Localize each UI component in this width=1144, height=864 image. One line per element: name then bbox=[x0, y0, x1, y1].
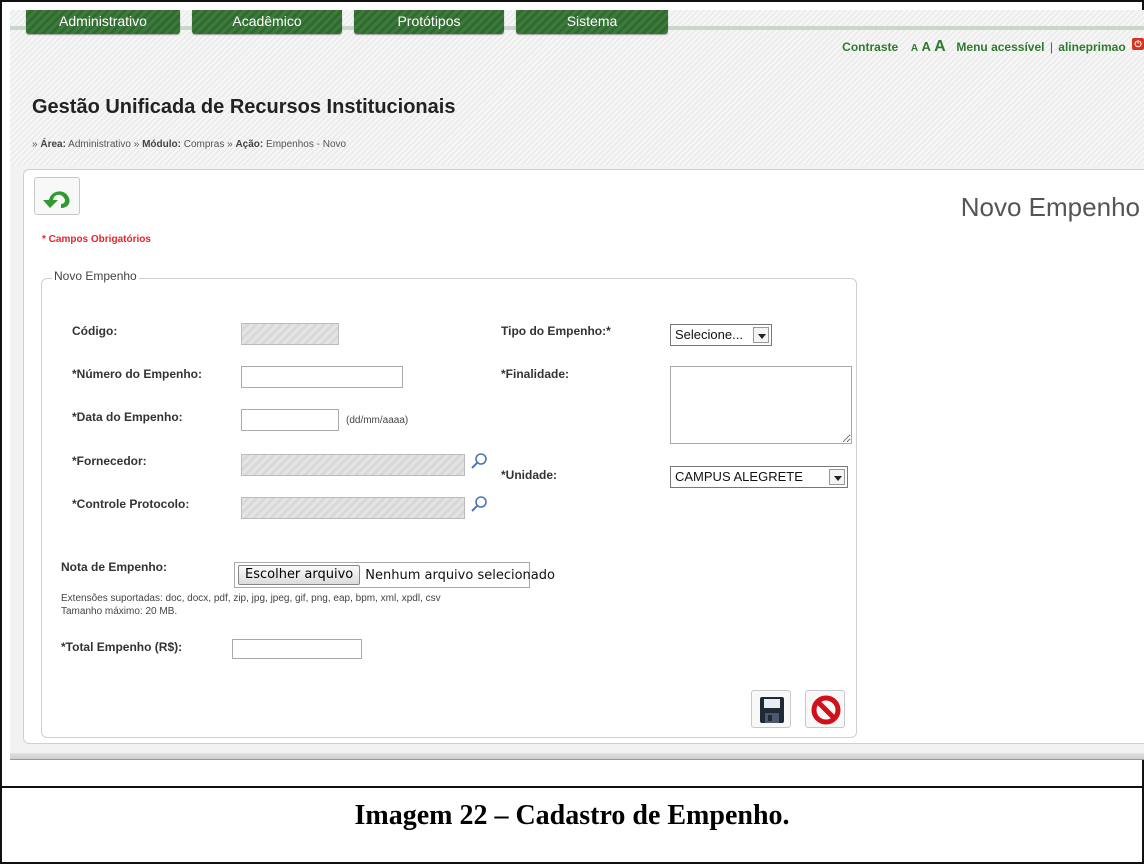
contrast-link[interactable]: Contraste bbox=[842, 40, 898, 54]
choose-file-button[interactable]: Escolher arquivo bbox=[238, 565, 361, 585]
font-medium-link[interactable]: A bbox=[921, 39, 930, 54]
app-title: Gestão Unificada de Recursos Institucion… bbox=[32, 96, 456, 118]
data-empenho-input[interactable] bbox=[241, 409, 339, 431]
main-nav: Administrativo Acadêmico Protótipos Sist… bbox=[26, 10, 668, 34]
unidade-value: CAMPUS ALEGRETE bbox=[675, 469, 803, 484]
search-icon[interactable] bbox=[470, 495, 488, 513]
max-file-size: Tamanho máximo: 20 MB. bbox=[61, 606, 178, 617]
breadcrumb-action: Empenhos - Novo bbox=[266, 139, 347, 150]
top-links: Contraste A A A Menu acessível | alinepr… bbox=[842, 38, 1144, 56]
caption-divider bbox=[0, 786, 1144, 788]
main-panel: Novo Empenho * Campos Obrigatórios Novo … bbox=[23, 169, 1144, 744]
controle-protocolo-label: *Controle Protocolo: bbox=[72, 497, 190, 511]
back-arrow-icon bbox=[43, 191, 70, 208]
chevron-down-icon bbox=[753, 327, 769, 343]
breadcrumb-module: Compras bbox=[183, 139, 225, 150]
search-icon[interactable] bbox=[470, 452, 488, 470]
breadcrumb-sep: » bbox=[227, 139, 233, 150]
breadcrumb-action-label: Ação: bbox=[235, 139, 264, 150]
breadcrumb-area: Administrativo bbox=[68, 139, 131, 150]
codigo-label: Código: bbox=[72, 324, 118, 338]
save-icon bbox=[760, 697, 784, 723]
total-empenho-input[interactable] bbox=[232, 639, 362, 659]
codigo-field bbox=[241, 323, 339, 345]
tipo-empenho-label: Tipo do Empenho:* bbox=[501, 324, 611, 338]
date-format-hint: (dd/mm/aaaa) bbox=[346, 415, 409, 426]
logout-icon[interactable]: ⏻ bbox=[1132, 38, 1144, 50]
nav-tab-sistema[interactable]: Sistema bbox=[516, 10, 668, 34]
breadcrumb: » Área: Administrativo » Módulo: Compras… bbox=[32, 139, 346, 150]
fornecedor-field bbox=[241, 454, 465, 476]
finalidade-textarea[interactable] bbox=[670, 366, 852, 444]
breadcrumb-sep: » bbox=[133, 139, 140, 150]
link-separator: | bbox=[1049, 40, 1053, 54]
fieldset-legend: Novo Empenho bbox=[52, 269, 139, 283]
breadcrumb-area-label: Área: bbox=[40, 139, 66, 150]
font-small-link[interactable]: A bbox=[911, 43, 918, 54]
breadcrumb-prefix: » bbox=[32, 139, 38, 150]
total-empenho-label: *Total Empenho (R$): bbox=[61, 640, 183, 654]
breadcrumb-module-label: Módulo: bbox=[142, 139, 181, 150]
numero-empenho-label: *Número do Empenho: bbox=[72, 367, 203, 381]
supported-extensions: Extensões suportadas: doc, docx, pdf, zi… bbox=[61, 593, 441, 604]
cancel-icon bbox=[811, 695, 841, 725]
username: alineprimao bbox=[1058, 40, 1126, 54]
accessible-menu-link[interactable]: Menu acessível bbox=[956, 40, 1044, 54]
page-heading: Novo Empenho bbox=[960, 192, 1140, 222]
tipo-empenho-value: Selecione... bbox=[675, 327, 743, 342]
file-upload: Escolher arquivo Nenhum arquivo selecion… bbox=[234, 562, 555, 588]
app-screenshot: Administrativo Acadêmico Protótipos Sist… bbox=[10, 10, 1144, 760]
fornecedor-label: *Fornecedor: bbox=[72, 454, 147, 468]
back-button[interactable] bbox=[34, 177, 80, 215]
tipo-empenho-select[interactable]: Selecione... bbox=[670, 324, 772, 346]
nav-tab-administrativo[interactable]: Administrativo bbox=[26, 10, 180, 34]
finalidade-label: *Finalidade: bbox=[501, 367, 570, 381]
chevron-down-icon bbox=[829, 469, 845, 485]
header: Administrativo Acadêmico Protótipos Sist… bbox=[10, 10, 1144, 165]
figure-caption: Imagem 22 – Cadastro de Empenho. bbox=[354, 800, 790, 831]
nota-empenho-label: Nota de Empenho: bbox=[61, 560, 168, 574]
unidade-label: *Unidade: bbox=[501, 468, 558, 482]
unidade-select[interactable]: CAMPUS ALEGRETE bbox=[670, 466, 848, 488]
nav-tab-academico[interactable]: Acadêmico bbox=[192, 10, 342, 34]
controle-protocolo-field bbox=[241, 497, 465, 519]
nav-tab-prototipos[interactable]: Protótipos bbox=[354, 10, 504, 34]
file-status: Nenhum arquivo selecionado bbox=[365, 567, 555, 583]
data-empenho-label: *Data do Empenho: bbox=[72, 410, 183, 424]
save-button[interactable] bbox=[751, 690, 791, 728]
font-large-link[interactable]: A bbox=[934, 38, 946, 56]
cancel-button[interactable] bbox=[805, 690, 845, 728]
numero-empenho-input[interactable] bbox=[241, 366, 403, 388]
required-fields-note: * Campos Obrigatórios bbox=[42, 234, 151, 245]
